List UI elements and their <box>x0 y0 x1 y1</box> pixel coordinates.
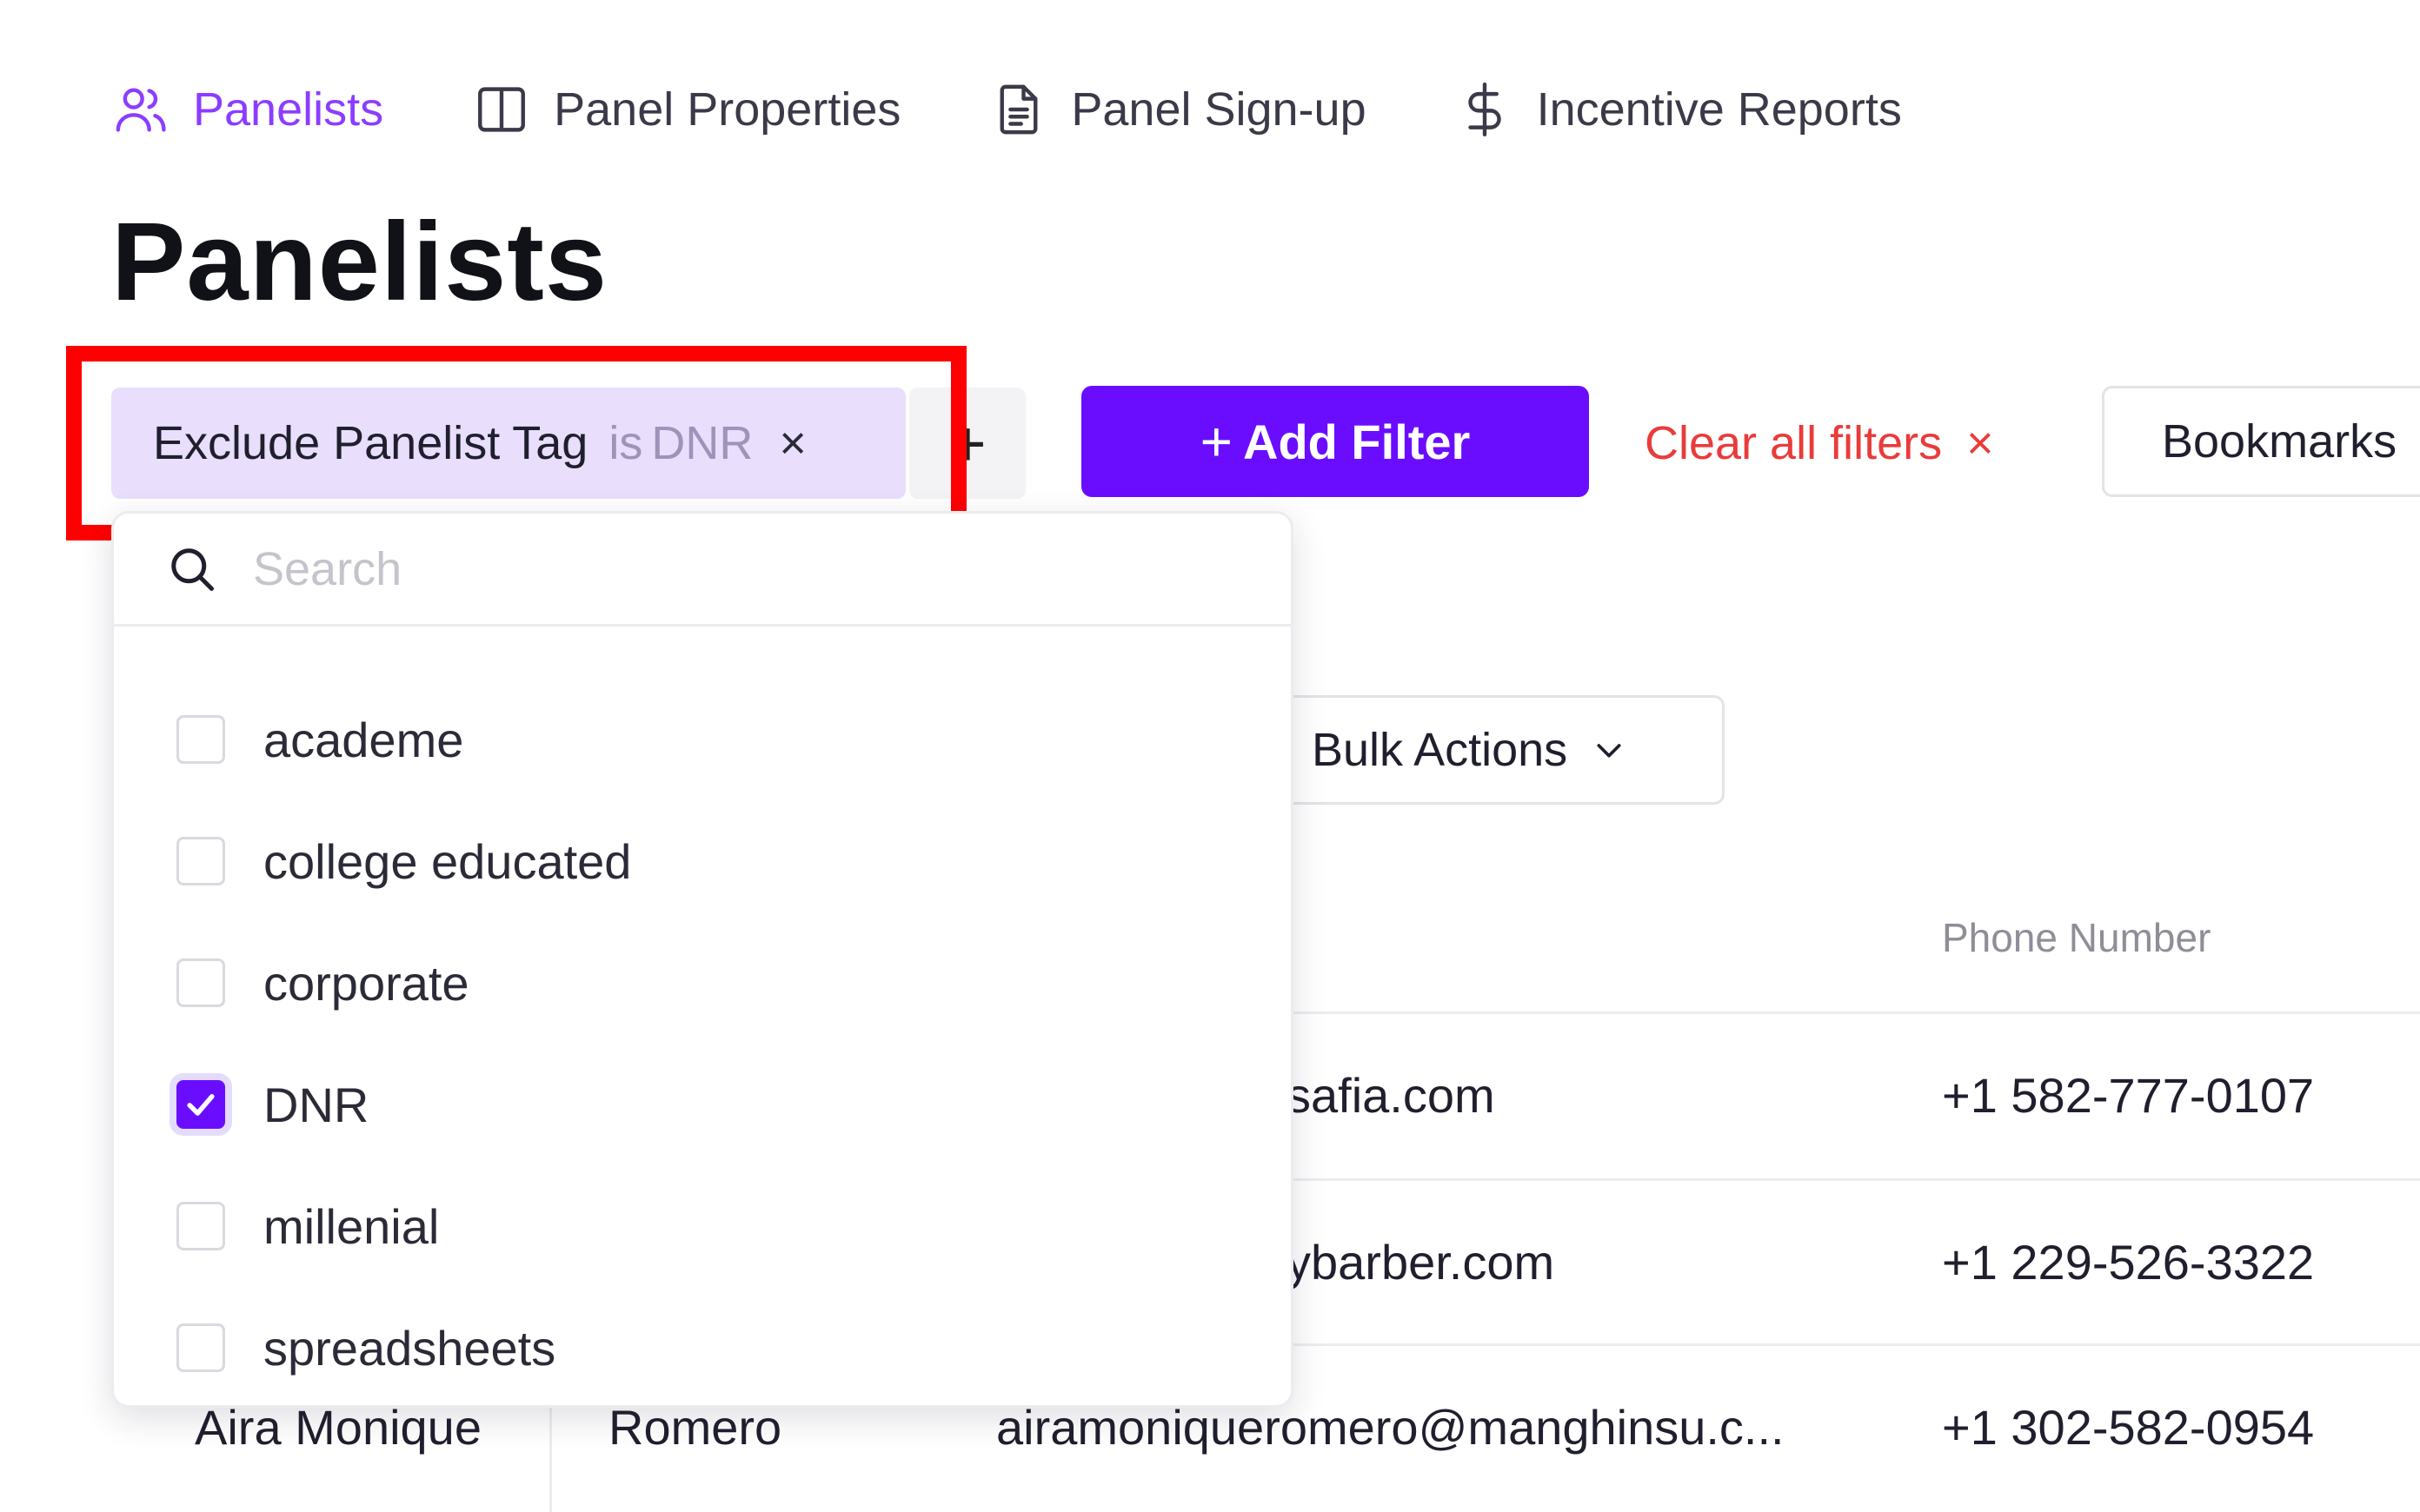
top-nav: Panelists Panel Properties Panel Sign-up… <box>110 75 1989 144</box>
checkbox[interactable] <box>176 1323 225 1372</box>
checkbox[interactable] <box>176 715 225 764</box>
add-filter-button[interactable]: + Add Filter <box>1081 386 1589 497</box>
tab-incentive-reports[interactable]: Incentive Reports <box>1453 78 1902 141</box>
filter-value: DNR <box>651 417 754 469</box>
search-input[interactable] <box>253 541 1209 596</box>
table-cell-email: safia.com <box>1286 1068 1495 1123</box>
columns-icon <box>470 78 533 141</box>
tab-incentive-reports-label: Incentive Reports <box>1536 83 1902 136</box>
table-cell-email: ybarber.com <box>1286 1235 1555 1290</box>
chevron-down-icon <box>1597 744 1621 758</box>
checkbox[interactable] <box>176 958 225 1007</box>
tag-option-college-educated[interactable]: college educated <box>114 809 1291 913</box>
document-icon <box>987 78 1050 141</box>
bookmarks-label: Bookmarks <box>2162 415 2397 468</box>
dollar-icon <box>1453 78 1516 141</box>
tag-option-academe[interactable]: academe <box>114 687 1291 792</box>
plus-icon: + <box>1200 410 1233 473</box>
checkbox-checked[interactable] <box>176 1080 225 1129</box>
tab-panel-sign-up-label: Panel Sign-up <box>1071 83 1366 136</box>
tag-option-label: spreadsheets <box>263 1320 556 1376</box>
tag-option-millenial[interactable]: millenial <box>114 1174 1291 1278</box>
bookmarks-button[interactable]: Bookmarks <box>2102 386 2420 497</box>
clear-all-filters-label: Clear all filters <box>1645 417 1943 469</box>
checkbox[interactable] <box>176 837 225 885</box>
tag-option-corporate[interactable]: corporate <box>114 931 1291 1035</box>
users-icon <box>110 78 172 141</box>
clear-all-filters-link[interactable]: Clear all filters × <box>1645 408 1994 478</box>
tag-option-label: millenial <box>263 1198 440 1254</box>
tag-option-label: college educated <box>263 833 632 889</box>
tab-panelists[interactable]: Panelists <box>110 78 383 141</box>
panelists-page: Panelists Panel Properties Panel Sign-up… <box>0 0 2420 1512</box>
tab-panel-properties[interactable]: Panel Properties <box>470 78 901 141</box>
tag-option-spreadsheets[interactable]: spreadsheets <box>114 1296 1291 1400</box>
bulk-actions-label: Bulk Actions <box>1312 724 1568 776</box>
filter-operator: is <box>608 417 643 469</box>
page-title: Panelists <box>111 200 608 324</box>
tab-panelists-label: Panelists <box>193 83 384 136</box>
table-cell-phone: +1 582-777-0107 <box>1942 1068 2315 1123</box>
column-header-phone: Phone Number <box>1942 915 2211 960</box>
tab-panel-properties-label: Panel Properties <box>554 83 901 136</box>
search-icon <box>171 547 214 591</box>
add-filter-label: Add Filter <box>1243 414 1471 469</box>
tab-panel-sign-up[interactable]: Panel Sign-up <box>987 78 1366 141</box>
table-cell-phone: +1 229-526-3322 <box>1942 1235 2315 1290</box>
checkbox[interactable] <box>176 1202 225 1250</box>
tag-option-label: DNR <box>263 1077 369 1132</box>
close-icon[interactable]: × <box>779 416 807 470</box>
dropdown-search <box>114 514 1291 627</box>
filter-add-value-button[interactable]: + <box>909 388 1026 499</box>
close-icon: × <box>1966 417 1994 469</box>
filter-chip[interactable]: Exclude Panelist Tag is DNR × <box>111 388 906 499</box>
tag-option-label: academe <box>263 712 464 767</box>
tag-option-label: corporate <box>263 955 469 1011</box>
table-cell-phone: +1 302-582-0954 <box>1942 1400 2315 1455</box>
tag-option-dnr[interactable]: DNR <box>114 1052 1291 1157</box>
filter-field: Exclude Panelist Tag <box>153 417 588 469</box>
tag-dropdown: academe college educated corporate DNR <box>111 511 1293 1408</box>
check-icon <box>187 1094 215 1116</box>
